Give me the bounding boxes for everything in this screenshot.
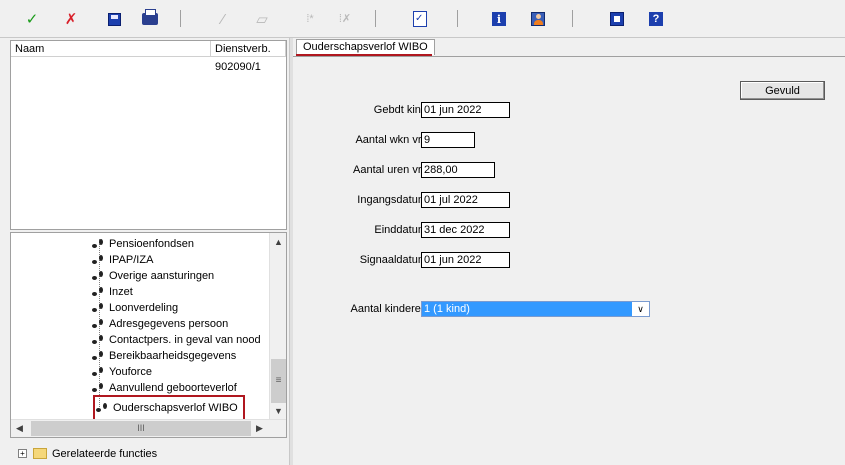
field-label-aantal-kinderen: Aantal kinderen: [350, 303, 427, 315]
cancel-cross-icon[interactable]: ✗: [61, 9, 81, 29]
footsteps-icon: [91, 334, 107, 346]
edit-pen-icon[interactable]: ⁄: [213, 9, 233, 29]
tree-item[interactable]: Adresgegevens persoon: [91, 316, 228, 332]
scroll-left-arrow-icon[interactable]: ◀: [11, 420, 28, 437]
tree-item[interactable]: IPAP/IZA: [91, 252, 153, 268]
ingangsdatum-input[interactable]: 01 jul 2022: [421, 192, 510, 208]
footsteps-icon: [91, 366, 107, 378]
form-area: Gevuld Gebdt kind 01 jun 2022 Aantal wkn…: [293, 56, 845, 465]
toolbar: ✓ ✗ ⁄ ▱ ⁞* ⁞✗ i ?: [0, 0, 845, 38]
folder-icon: [33, 448, 47, 459]
vertical-scroll-thumb[interactable]: ≡: [271, 359, 286, 403]
employee-list: Naam Dienstverb. 902090/1: [10, 40, 287, 230]
tree-item-label: Contactpers. in geval van nood: [109, 334, 261, 346]
scroll-grip-icon: ≡: [275, 375, 282, 386]
horizontal-scroll-thumb[interactable]: III: [31, 421, 251, 436]
field-label-ingangsdatum: Ingangsdatum: [357, 194, 427, 206]
help-icon[interactable]: ?: [646, 9, 666, 29]
mark-delete-icon[interactable]: ⁞✗: [335, 9, 355, 29]
document-check-icon[interactable]: [410, 9, 430, 29]
person-icon[interactable]: [528, 9, 548, 29]
column-header-dienstverb[interactable]: Dienstverb.: [211, 41, 286, 57]
field-label-aantal-uren: Aantal uren vrlf: [353, 164, 427, 176]
footsteps-icon: [91, 302, 107, 314]
window-icon[interactable]: [607, 9, 627, 29]
save-disk-icon[interactable]: [104, 9, 124, 29]
list-row-dienstverb[interactable]: 902090/1: [215, 59, 261, 75]
tree-item-label: Overige aansturingen: [109, 270, 215, 282]
related-functions-node[interactable]: + Gerelateerde functies: [10, 444, 287, 464]
scroll-down-arrow-icon[interactable]: ▼: [270, 402, 286, 419]
tree-item[interactable]: Loonverdeling: [91, 300, 178, 316]
tree-item-label: Inzet: [109, 286, 133, 298]
gevuld-button[interactable]: Gevuld: [740, 81, 825, 100]
tree-item[interactable]: Contactpers. in geval van nood: [91, 332, 261, 348]
tree-item[interactable]: Overige aansturingen: [91, 268, 214, 284]
tree-item-label: Aanvullend geboorteverlof: [109, 382, 237, 394]
footsteps-icon: [91, 238, 107, 250]
confirm-checkmark-icon[interactable]: ✓: [22, 9, 42, 29]
selection-highlight-box: [93, 395, 245, 421]
signaaldatum-input[interactable]: 01 jun 2022: [421, 252, 510, 268]
mark-insert-icon[interactable]: ⁞*: [300, 9, 320, 29]
print-icon[interactable]: [140, 9, 160, 29]
field-label-gebdt-kind: Gebdt kind: [373, 104, 427, 116]
info-icon[interactable]: i: [489, 9, 509, 29]
footsteps-icon: [91, 350, 107, 362]
chevron-down-icon[interactable]: ∨: [632, 302, 649, 316]
detail-panel: Ouderschapsverlof WIBO Gevuld Gebdt kind…: [293, 38, 845, 465]
scroll-right-arrow-icon[interactable]: ▶: [251, 420, 268, 437]
tree-item-label: Pensioenfondsen: [109, 238, 195, 250]
tab-ouderschapsverlof[interactable]: Ouderschapsverlof WIBO: [296, 39, 435, 55]
aantal-wkn-input[interactable]: 9: [421, 132, 475, 148]
footsteps-icon: [91, 270, 107, 282]
tree-item-label: Bereikbaarheidsgegevens: [109, 350, 237, 362]
tree-item[interactable]: Aanvullend geboorteverlof: [91, 380, 237, 396]
footsteps-icon: [91, 382, 107, 394]
aantal-uren-input[interactable]: 288,00: [421, 162, 495, 178]
tree-item[interactable]: Youforce: [91, 364, 152, 380]
tree-item-label: IPAP/IZA: [109, 254, 154, 266]
einddatum-input[interactable]: 31 dec 2022: [421, 222, 510, 238]
tree-item-label: Adresgegevens persoon: [109, 318, 229, 330]
eraser-icon[interactable]: ▱: [252, 9, 272, 29]
expand-plus-icon[interactable]: +: [18, 449, 27, 458]
aantal-kinderen-select[interactable]: 1 (1 kind): [421, 301, 650, 317]
tree-item-label: Loonverdeling: [109, 302, 179, 314]
tree-item-label: Youforce: [109, 366, 153, 378]
horizontal-scrollbar[interactable]: ◀ III ▶: [11, 419, 286, 437]
navigation-tree: Pensioenfondsen IPAP/IZA Overige aanstur…: [10, 232, 287, 438]
gebdt-kind-input[interactable]: 01 jun 2022: [421, 102, 510, 118]
footsteps-icon: [91, 286, 107, 298]
field-label-einddatum: Einddatum: [374, 224, 427, 236]
tree-item[interactable]: Pensioenfondsen: [91, 236, 194, 252]
footsteps-icon: [91, 254, 107, 266]
column-header-naam[interactable]: Naam: [11, 41, 211, 57]
tree-item[interactable]: Bereikbaarheidsgegevens: [91, 348, 236, 364]
tree-item[interactable]: Inzet: [91, 284, 133, 300]
field-label-signaaldatum: Signaaldatum: [359, 254, 427, 266]
field-label-aantal-wkn: Aantal wkn vrlf: [355, 134, 427, 146]
scroll-up-arrow-icon[interactable]: ▲: [270, 233, 286, 250]
vertical-scrollbar[interactable]: ▲ ≡ ▼: [269, 233, 286, 419]
related-functions-label: Gerelateerde functies: [52, 448, 158, 460]
footsteps-icon: [91, 318, 107, 330]
scroll-grip-icon: III: [137, 423, 145, 433]
